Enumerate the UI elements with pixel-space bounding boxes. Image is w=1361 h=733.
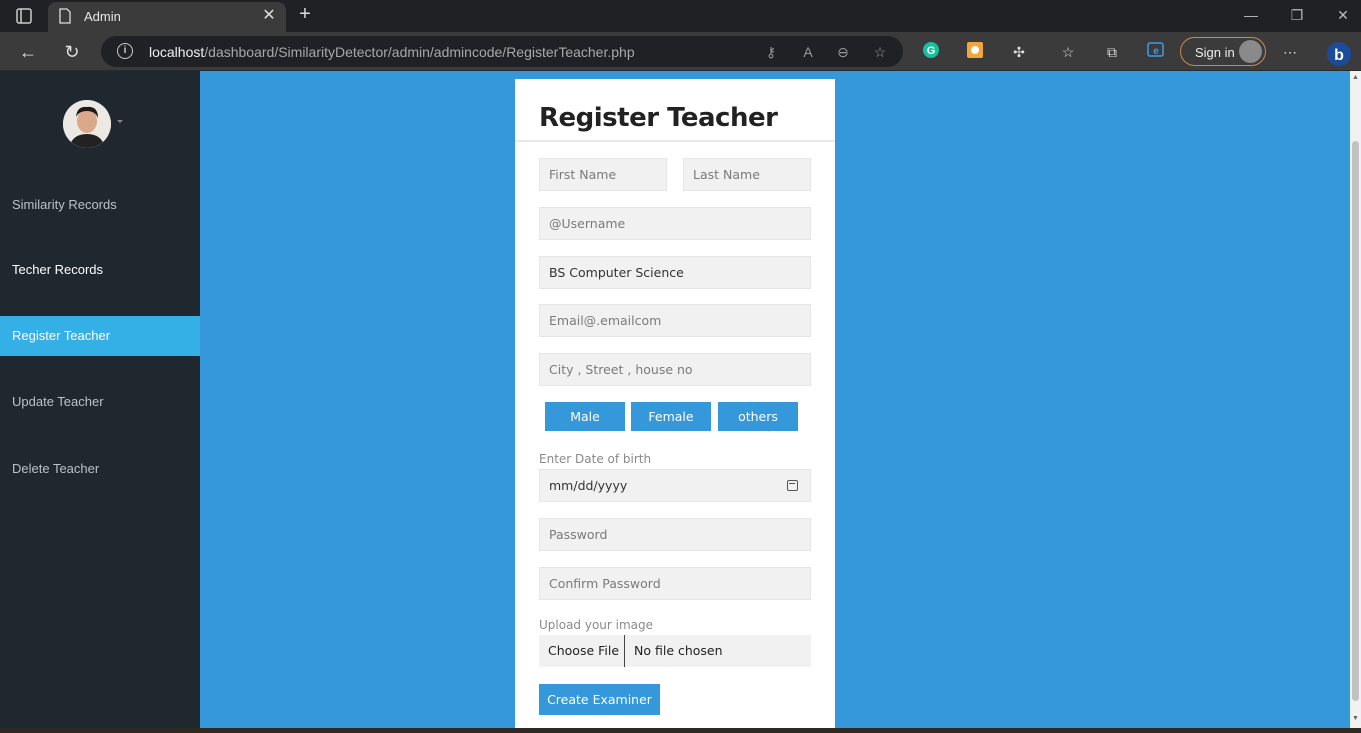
grammarly-icon[interactable]: G <box>920 41 942 63</box>
bing-icon[interactable]: b <box>1325 41 1353 66</box>
username-field[interactable]: @Username <box>539 207 811 240</box>
window-close-icon[interactable]: ✕ <box>1328 4 1358 26</box>
svg-text:G: G <box>927 45 936 57</box>
key-icon[interactable]: ⚷ <box>761 42 781 62</box>
back-icon[interactable]: ← <box>15 39 41 65</box>
page-content: Similarity Records Techer Records Regist… <box>0 71 1350 728</box>
sidebar: Similarity Records Techer Records Regist… <box>0 71 200 728</box>
page-title: Register Teacher <box>539 103 778 133</box>
scrollbar[interactable]: ▲ ▼ <box>1350 71 1361 728</box>
scroll-down-icon[interactable]: ▼ <box>1352 715 1359 722</box>
file-status-text: No file chosen <box>634 643 723 658</box>
avatar[interactable] <box>63 100 111 148</box>
read-aloud-icon[interactable]: A <box>798 42 818 62</box>
zoom-out-icon[interactable]: ⊖ <box>833 42 853 62</box>
scroll-up-icon[interactable]: ▲ <box>1352 74 1359 81</box>
gender-female-button[interactable]: Female <box>631 402 711 431</box>
minimize-icon[interactable]: — <box>1236 4 1266 26</box>
gender-others-button[interactable]: others <box>718 402 798 431</box>
taskbar-strip <box>0 728 1361 733</box>
url-host: localhost <box>149 44 205 60</box>
url-path: /dashboard/SimilarityDetector/admin/admi… <box>204 44 635 60</box>
address-field[interactable]: City , Street , house no <box>539 353 811 386</box>
dob-label: Enter Date of birth <box>539 452 652 466</box>
close-tab-icon[interactable]: ✕ <box>260 7 278 25</box>
extension-icon[interactable] <box>964 41 986 63</box>
choose-file-button[interactable]: Choose File <box>539 635 625 667</box>
refresh-icon[interactable]: ↻ <box>59 39 85 65</box>
image-upload-field: Choose File No file chosen <box>539 635 811 667</box>
svg-text:b: b <box>1334 47 1344 64</box>
upload-label: Upload your image <box>539 618 654 632</box>
profile-avatar-icon <box>1239 40 1262 63</box>
browser-tab-bar: Admin ✕ + — ❐ ✕ <box>0 0 1361 32</box>
add-favorite-icon[interactable]: ☆ <box>870 42 890 62</box>
create-examiner-button[interactable]: Create Examiner <box>539 684 660 715</box>
sidebar-item-label: Similarity Records <box>12 197 117 212</box>
browser-toolbar: ← ↻ i localhost/dashboard/SimilarityDete… <box>0 32 1361 71</box>
sidebar-item-label: Delete Teacher <box>12 461 100 476</box>
dob-value: mm/dd/yyyy <box>549 478 628 493</box>
extensions-puzzle-icon[interactable]: ✣ <box>1008 41 1030 63</box>
dob-field[interactable]: mm/dd/yyyy <box>539 469 811 502</box>
first-name-field[interactable]: First Name <box>539 158 667 191</box>
last-name-field[interactable]: Last Name <box>683 158 811 191</box>
url-text[interactable]: localhost/dashboard/SimilarityDetector/a… <box>149 44 635 60</box>
gender-male-button[interactable]: Male <box>545 402 625 431</box>
sign-in-button[interactable]: Sign in <box>1180 37 1266 66</box>
tab-title: Admin <box>84 9 121 24</box>
sidebar-item-similarity-records[interactable]: Similarity Records <box>0 185 200 225</box>
restore-icon[interactable]: ❐ <box>1282 4 1312 26</box>
sidebar-item-register-teacher[interactable]: Register Teacher <box>0 316 200 356</box>
sidebar-item-label: Register Teacher <box>12 328 111 343</box>
sign-in-label: Sign in <box>1195 45 1235 60</box>
browser-tab[interactable]: Admin ✕ <box>48 2 286 32</box>
confirm-password-field[interactable]: Confirm Password <box>539 567 811 600</box>
email-field[interactable]: Email@.emailcom <box>539 304 811 337</box>
sidebar-item-update-teacher[interactable]: Update Teacher <box>0 382 200 422</box>
tab-actions-icon[interactable] <box>12 6 36 26</box>
more-icon[interactable]: ⋯ <box>1279 41 1301 63</box>
chevron-down-icon[interactable] <box>117 120 123 123</box>
scroll-thumb[interactable] <box>1352 141 1359 701</box>
calendar-icon[interactable] <box>787 480 798 491</box>
svg-text:e: e <box>1153 46 1159 57</box>
site-info-icon[interactable]: i <box>117 43 133 59</box>
address-bar[interactable]: i localhost/dashboard/SimilarityDetector… <box>101 36 903 67</box>
register-form-card: Register Teacher First Name Last Name @U… <box>515 79 835 728</box>
password-field[interactable]: Password <box>539 518 811 551</box>
favorites-icon[interactable]: ☆ <box>1057 41 1079 63</box>
collections-icon[interactable]: ⧉ <box>1101 41 1123 63</box>
department-field[interactable]: BS Computer Science <box>539 256 811 289</box>
title-divider <box>515 140 835 142</box>
ie-mode-icon[interactable]: e <box>1145 41 1167 63</box>
sidebar-item-teacher-records[interactable]: Techer Records <box>0 250 200 290</box>
sidebar-item-label: Techer Records <box>12 262 104 277</box>
page-icon <box>58 8 72 24</box>
new-tab-button[interactable]: + <box>294 4 316 26</box>
sidebar-item-delete-teacher[interactable]: Delete Teacher <box>0 449 200 489</box>
sidebar-item-label: Update Teacher <box>12 394 104 409</box>
